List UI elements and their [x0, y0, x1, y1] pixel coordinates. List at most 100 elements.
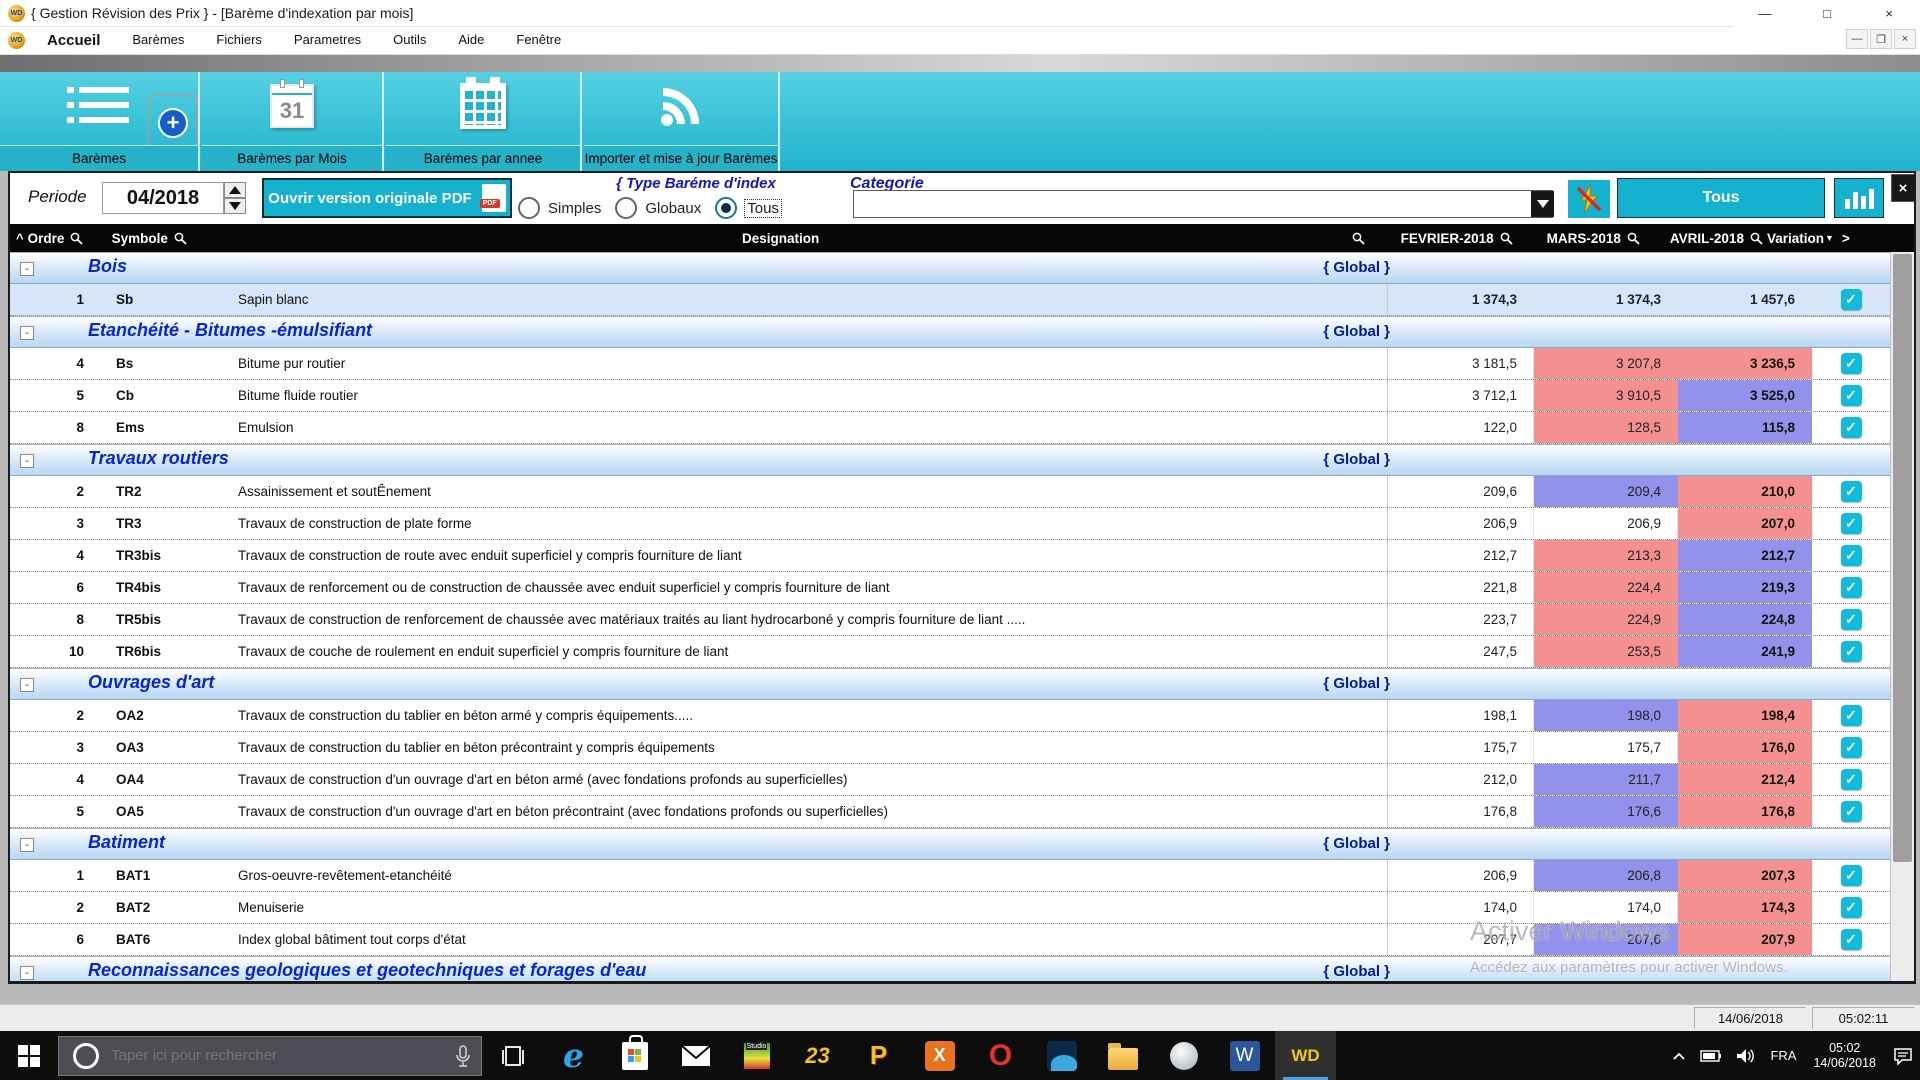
taskbar-app-pdfcreator[interactable]: P: [848, 1031, 909, 1080]
group-row[interactable]: -Travaux routiers{ Global }: [10, 444, 1890, 476]
table-row[interactable]: 1SbSapin blanc1 374,31 374,31 457,6✓: [10, 284, 1890, 316]
table-row[interactable]: 1BAT1Gros-oeuvre-revêtement-etanchéité20…: [10, 860, 1890, 892]
collapse-icon[interactable]: -: [20, 326, 34, 340]
table-row[interactable]: 6TR4bisTravaux de renforcement ou de con…: [10, 572, 1890, 604]
taskbar-app-store[interactable]: [604, 1031, 665, 1080]
collapse-icon[interactable]: -: [20, 454, 34, 468]
periode-input[interactable]: 04/2018: [102, 182, 224, 214]
radio-simples[interactable]: [518, 197, 540, 219]
variation-checkbox[interactable]: ✓: [1841, 865, 1862, 886]
scrollbar-thumb[interactable]: [1893, 254, 1912, 862]
variation-checkbox[interactable]: ✓: [1841, 769, 1862, 790]
group-row[interactable]: -Bois{ Global }: [10, 252, 1890, 284]
group-row[interactable]: -Etanchéité - Bitumes -émulsifiant{ Glob…: [10, 316, 1890, 348]
mdi-restore-button[interactable]: ❐: [1870, 29, 1892, 49]
collapse-icon[interactable]: -: [20, 678, 34, 692]
variation-checkbox[interactable]: ✓: [1841, 481, 1862, 502]
variation-checkbox[interactable]: ✓: [1841, 513, 1862, 534]
vertical-scrollbar[interactable]: [1890, 252, 1914, 984]
panel-close-button[interactable]: ×: [1891, 174, 1915, 202]
column-header-variation[interactable]: Variation ▼: [1767, 224, 1834, 252]
periode-spin-down-button[interactable]: [224, 198, 246, 214]
filter-icon[interactable]: ▼: [1825, 233, 1834, 243]
taskbar-app-windev-active[interactable]: WD: [1275, 1031, 1336, 1080]
variation-checkbox[interactable]: ✓: [1841, 897, 1862, 918]
table-row[interactable]: 4OA4Travaux de construction d'un ouvrage…: [10, 764, 1890, 796]
column-header-fevrier[interactable]: FEVRIER-2018: [1401, 224, 1513, 252]
table-row[interactable]: 2OA2Travaux de construction du tablier e…: [10, 700, 1890, 732]
variation-checkbox[interactable]: ✓: [1841, 641, 1862, 662]
menu-item-parametres[interactable]: Parametres: [278, 32, 377, 49]
table-row[interactable]: 8EmsEmulsion122,0128,5115,8✓: [10, 412, 1890, 444]
volume-indicator[interactable]: [1729, 1031, 1763, 1080]
add-bareme-button[interactable]: +: [148, 95, 198, 150]
categorie-dropdown-button[interactable]: [1531, 191, 1554, 217]
sort-caret-icon[interactable]: ^: [16, 231, 24, 246]
variation-checkbox[interactable]: ✓: [1841, 417, 1862, 438]
column-header-ordre[interactable]: Ordre: [28, 224, 98, 252]
categorie-combobox[interactable]: [853, 190, 1553, 218]
menu-item-accueil[interactable]: Accueil: [31, 32, 116, 49]
taskbar-app-opera[interactable]: O: [970, 1031, 1031, 1080]
taskbar-app-whale[interactable]: [1031, 1031, 1092, 1080]
hidden-icons-button[interactable]: [1665, 1031, 1693, 1080]
variation-checkbox[interactable]: ✓: [1841, 545, 1862, 566]
menu-item-barmes[interactable]: Barèmes: [116, 32, 200, 49]
variation-checkbox[interactable]: ✓: [1841, 385, 1862, 406]
disconnect-filter-button[interactable]: [1568, 180, 1610, 218]
collapse-icon[interactable]: -: [20, 262, 34, 276]
table-row[interactable]: 4TR3bisTravaux de construction de route …: [10, 540, 1890, 572]
collapse-icon[interactable]: -: [20, 838, 34, 852]
mdi-minimize-button[interactable]: —: [1846, 29, 1868, 49]
table-row[interactable]: 10TR6bisTravaux de couche de roulement e…: [10, 636, 1890, 668]
taskbar-app-mail[interactable]: [665, 1031, 726, 1080]
variation-checkbox[interactable]: ✓: [1841, 609, 1862, 630]
menu-item-aide[interactable]: Aide: [442, 32, 500, 49]
maximize-button[interactable]: □: [1796, 0, 1858, 27]
minimize-button[interactable]: —: [1734, 0, 1796, 27]
notification-center-button[interactable]: [1886, 1031, 1920, 1080]
taskbar-app-file-explorer[interactable]: [1092, 1031, 1153, 1080]
table-row[interactable]: 8TR5bisTravaux de construction de renfor…: [10, 604, 1890, 636]
variation-checkbox[interactable]: ✓: [1841, 705, 1862, 726]
menu-item-outils[interactable]: Outils: [377, 32, 442, 49]
column-header-designation[interactable]: Designation: [216, 224, 1346, 252]
chart-button[interactable]: [1834, 178, 1884, 218]
menu-item-fichiers[interactable]: Fichiers: [200, 32, 278, 49]
battery-indicator[interactable]: [1693, 1031, 1729, 1080]
column-header-mars[interactable]: MARS-2018: [1547, 224, 1640, 252]
table-row[interactable]: 2TR2Assainissement et soutÊnement209,620…: [10, 476, 1890, 508]
variation-checkbox[interactable]: ✓: [1841, 289, 1862, 310]
radio-globaux[interactable]: [615, 197, 637, 219]
search-icon[interactable]: [70, 232, 83, 245]
periode-spin-up-button[interactable]: [224, 182, 246, 198]
search-input[interactable]: [111, 1047, 411, 1064]
collapse-icon[interactable]: -: [20, 966, 34, 980]
variation-checkbox[interactable]: ✓: [1841, 737, 1862, 758]
clock[interactable]: 05:02 14/06/2018: [1803, 1031, 1886, 1080]
search-icon[interactable]: [1352, 232, 1365, 245]
taskbar-app-studio[interactable]: Studio: [726, 1031, 787, 1080]
table-row[interactable]: 3TR3Travaux de construction de plate for…: [10, 508, 1890, 540]
start-button[interactable]: [0, 1031, 58, 1080]
taskbar-app-orange[interactable]: X: [909, 1031, 970, 1080]
taskbar-app-brackets[interactable]: 23: [787, 1031, 848, 1080]
task-view-button[interactable]: [482, 1031, 543, 1080]
group-row[interactable]: -Ouvrages d'art{ Global }: [10, 668, 1890, 700]
table-row[interactable]: 5OA5Travaux de construction d'un ouvrage…: [10, 796, 1890, 828]
table-row[interactable]: 5CbBitume fluide routier3 712,13 910,53 …: [10, 380, 1890, 412]
group-row[interactable]: -Reconnaissances geologiques et geotechn…: [10, 956, 1890, 984]
toolbar-button-baremes-par-annee[interactable]: Barèmes par annee: [386, 72, 582, 171]
taskbar-app-gray[interactable]: [1153, 1031, 1214, 1080]
variation-checkbox[interactable]: ✓: [1841, 577, 1862, 598]
search-icon[interactable]: [1500, 232, 1513, 245]
variation-checkbox[interactable]: ✓: [1841, 929, 1862, 950]
table-row[interactable]: 6BAT6Index global bâtiment tout corps d'…: [10, 924, 1890, 956]
tous-filter-button[interactable]: Tous: [1617, 178, 1825, 218]
column-header-avril[interactable]: AVRIL-2018: [1670, 224, 1763, 252]
open-pdf-button[interactable]: Ouvrir version originale PDF: [262, 178, 512, 218]
designation-search[interactable]: [1346, 224, 1365, 252]
table-row[interactable]: 3OA3Travaux de construction du tablier e…: [10, 732, 1890, 764]
table-row[interactable]: 2BAT2Menuiserie174,0174,0174,3✓: [10, 892, 1890, 924]
microphone-icon[interactable]: [455, 1045, 471, 1074]
